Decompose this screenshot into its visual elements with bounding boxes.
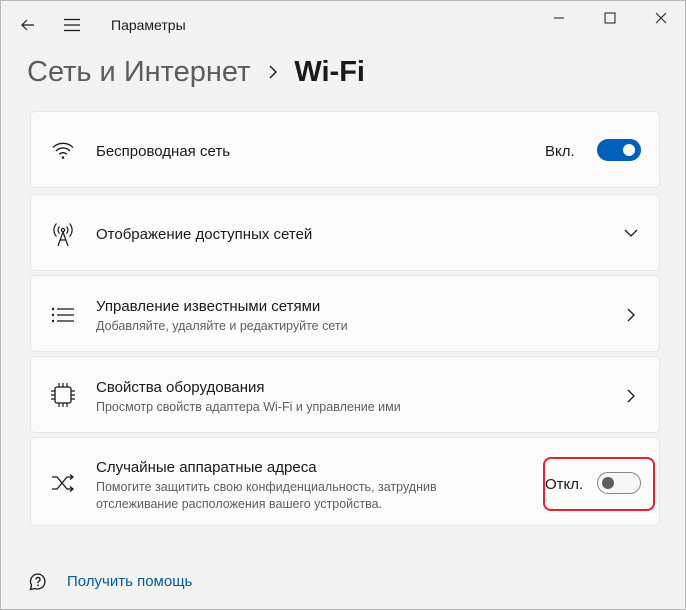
chevron-right-icon: [621, 386, 641, 406]
maximize-icon: [604, 12, 616, 24]
known-networks-subtitle: Добавляйте, удаляйте и редактируйте сети: [96, 319, 348, 333]
wireless-network-card: Беспроводная сеть Вкл.: [30, 111, 660, 188]
settings-window: Параметры Сеть и Интернет Wi-Fi Беспрово…: [0, 0, 686, 610]
random-addresses-subtitle-line2: отслеживание расположения вашего устройс…: [96, 497, 383, 511]
chip-icon: [49, 381, 77, 409]
available-networks-card[interactable]: Отображение доступных сетей: [30, 194, 660, 271]
breadcrumb: Сеть и Интернет Wi-Fi: [27, 51, 365, 93]
wireless-toggle-label: Вкл.: [545, 143, 575, 160]
random-addresses-title: Случайные аппаратные адреса: [96, 459, 317, 476]
hamburger-icon: [64, 18, 80, 32]
annotation-highlight-box: [543, 457, 655, 511]
antenna-icon: [49, 220, 77, 248]
app-title: Параметры: [111, 17, 186, 33]
maximize-button[interactable]: [588, 5, 632, 31]
back-button[interactable]: [14, 11, 42, 39]
breadcrumb-parent[interactable]: Сеть и Интернет: [27, 56, 250, 89]
minimize-button[interactable]: [537, 5, 581, 31]
menu-button[interactable]: [58, 11, 86, 39]
wireless-network-title: Беспроводная сеть: [96, 143, 231, 160]
get-help-link[interactable]: Получить помощь: [67, 573, 192, 590]
minimize-icon: [554, 17, 564, 19]
available-networks-title: Отображение доступных сетей: [96, 226, 313, 243]
hardware-properties-title: Свойства оборудования: [96, 379, 265, 396]
arrow-left-icon: [21, 19, 34, 31]
wireless-toggle[interactable]: [597, 139, 641, 161]
hardware-properties-card[interactable]: Свойства оборудования Просмотр свойств а…: [30, 356, 660, 433]
wifi-icon: [49, 136, 77, 164]
close-button[interactable]: [639, 5, 683, 31]
chevron-right-icon: [621, 305, 641, 325]
hardware-properties-subtitle: Просмотр свойств адаптера Wi-Fi и управл…: [96, 400, 401, 414]
page-title: Wi-Fi: [294, 55, 365, 88]
list-icon: [49, 301, 77, 329]
title-bar: Параметры: [1, 1, 685, 47]
shuffle-icon: [49, 469, 77, 497]
random-addresses-subtitle-line1: Помогите защитить свою конфиденциальност…: [96, 480, 437, 494]
known-networks-card[interactable]: Управление известными сетями Добавляйте,…: [30, 275, 660, 352]
close-icon: [655, 12, 667, 24]
toggle-knob: [623, 144, 635, 156]
chevron-down-icon: [621, 223, 641, 243]
help-icon: [27, 571, 49, 593]
chevron-right-icon: [268, 65, 278, 79]
known-networks-title: Управление известными сетями: [96, 298, 321, 315]
